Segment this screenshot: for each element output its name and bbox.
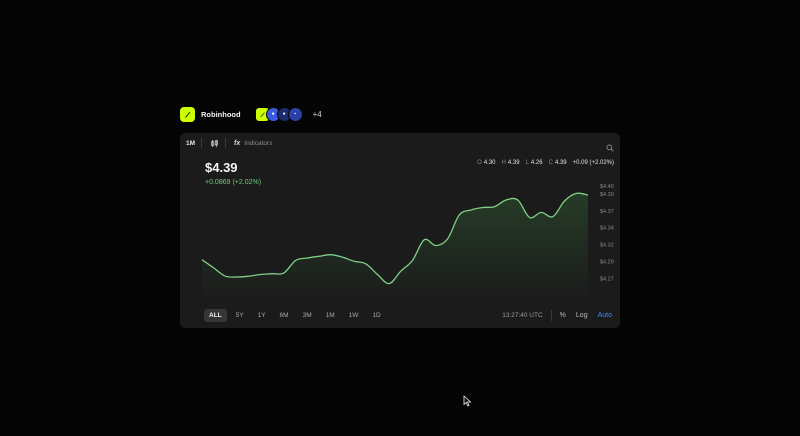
y-tick-label: $4.34: [600, 225, 614, 231]
y-tick-label: $4.32: [600, 243, 614, 249]
log-scale-button[interactable]: Log: [576, 312, 588, 319]
y-tick-label: $4.40: [600, 184, 614, 190]
y-axis: $4.40 $4.39 $4.37 $4.34 $4.32 $4.29 $4.27: [600, 184, 614, 283]
range-1d-button[interactable]: 1D: [367, 309, 385, 322]
brand-name: Robinhood: [201, 109, 241, 119]
range-1w-button[interactable]: 1W: [344, 309, 364, 322]
linked-assets-stack[interactable]: ● ● ▪: [254, 106, 303, 122]
range-selector: ALL 5Y 1Y 6M 3M 1M 1W 1D: [204, 309, 390, 322]
more-assets-count[interactable]: +4: [313, 110, 322, 119]
range-6m-button[interactable]: 6M: [275, 309, 294, 322]
range-1m-button[interactable]: 1M: [321, 309, 340, 322]
auto-scale-button[interactable]: Auto: [598, 312, 612, 319]
mouse-cursor-icon: [463, 395, 472, 407]
utc-clock: 13:27:40 UTC: [502, 312, 543, 319]
feather-icon: [184, 111, 191, 118]
range-5y-button[interactable]: 5Y: [231, 309, 249, 322]
price-chart[interactable]: $4.40 $4.39 $4.37 $4.34 $4.32 $4.29 $4.27: [180, 133, 620, 328]
y-tick-label: $4.39: [600, 192, 614, 198]
percent-scale-button[interactable]: %: [560, 312, 566, 319]
y-tick-label: $4.29: [600, 259, 614, 265]
y-tick-label: $4.37: [600, 209, 614, 215]
top-bar: Robinhood ● ● ▪ +4: [180, 106, 322, 122]
chart-area-fill: [202, 193, 588, 301]
range-1y-button[interactable]: 1Y: [253, 309, 271, 322]
footer-divider: [550, 310, 552, 321]
y-tick-label: $4.27: [600, 277, 614, 283]
range-all-button[interactable]: ALL: [204, 309, 227, 322]
chart-card: 1M fx Indicators $4.39 +0.0869 (+2.02%) …: [180, 133, 620, 328]
range-3m-button[interactable]: 3M: [298, 309, 317, 322]
chart-footer-controls: 13:27:40 UTC % Log Auto: [502, 309, 612, 322]
asset-chip-icon: ▪: [287, 106, 303, 122]
robinhood-logo[interactable]: [180, 106, 195, 122]
